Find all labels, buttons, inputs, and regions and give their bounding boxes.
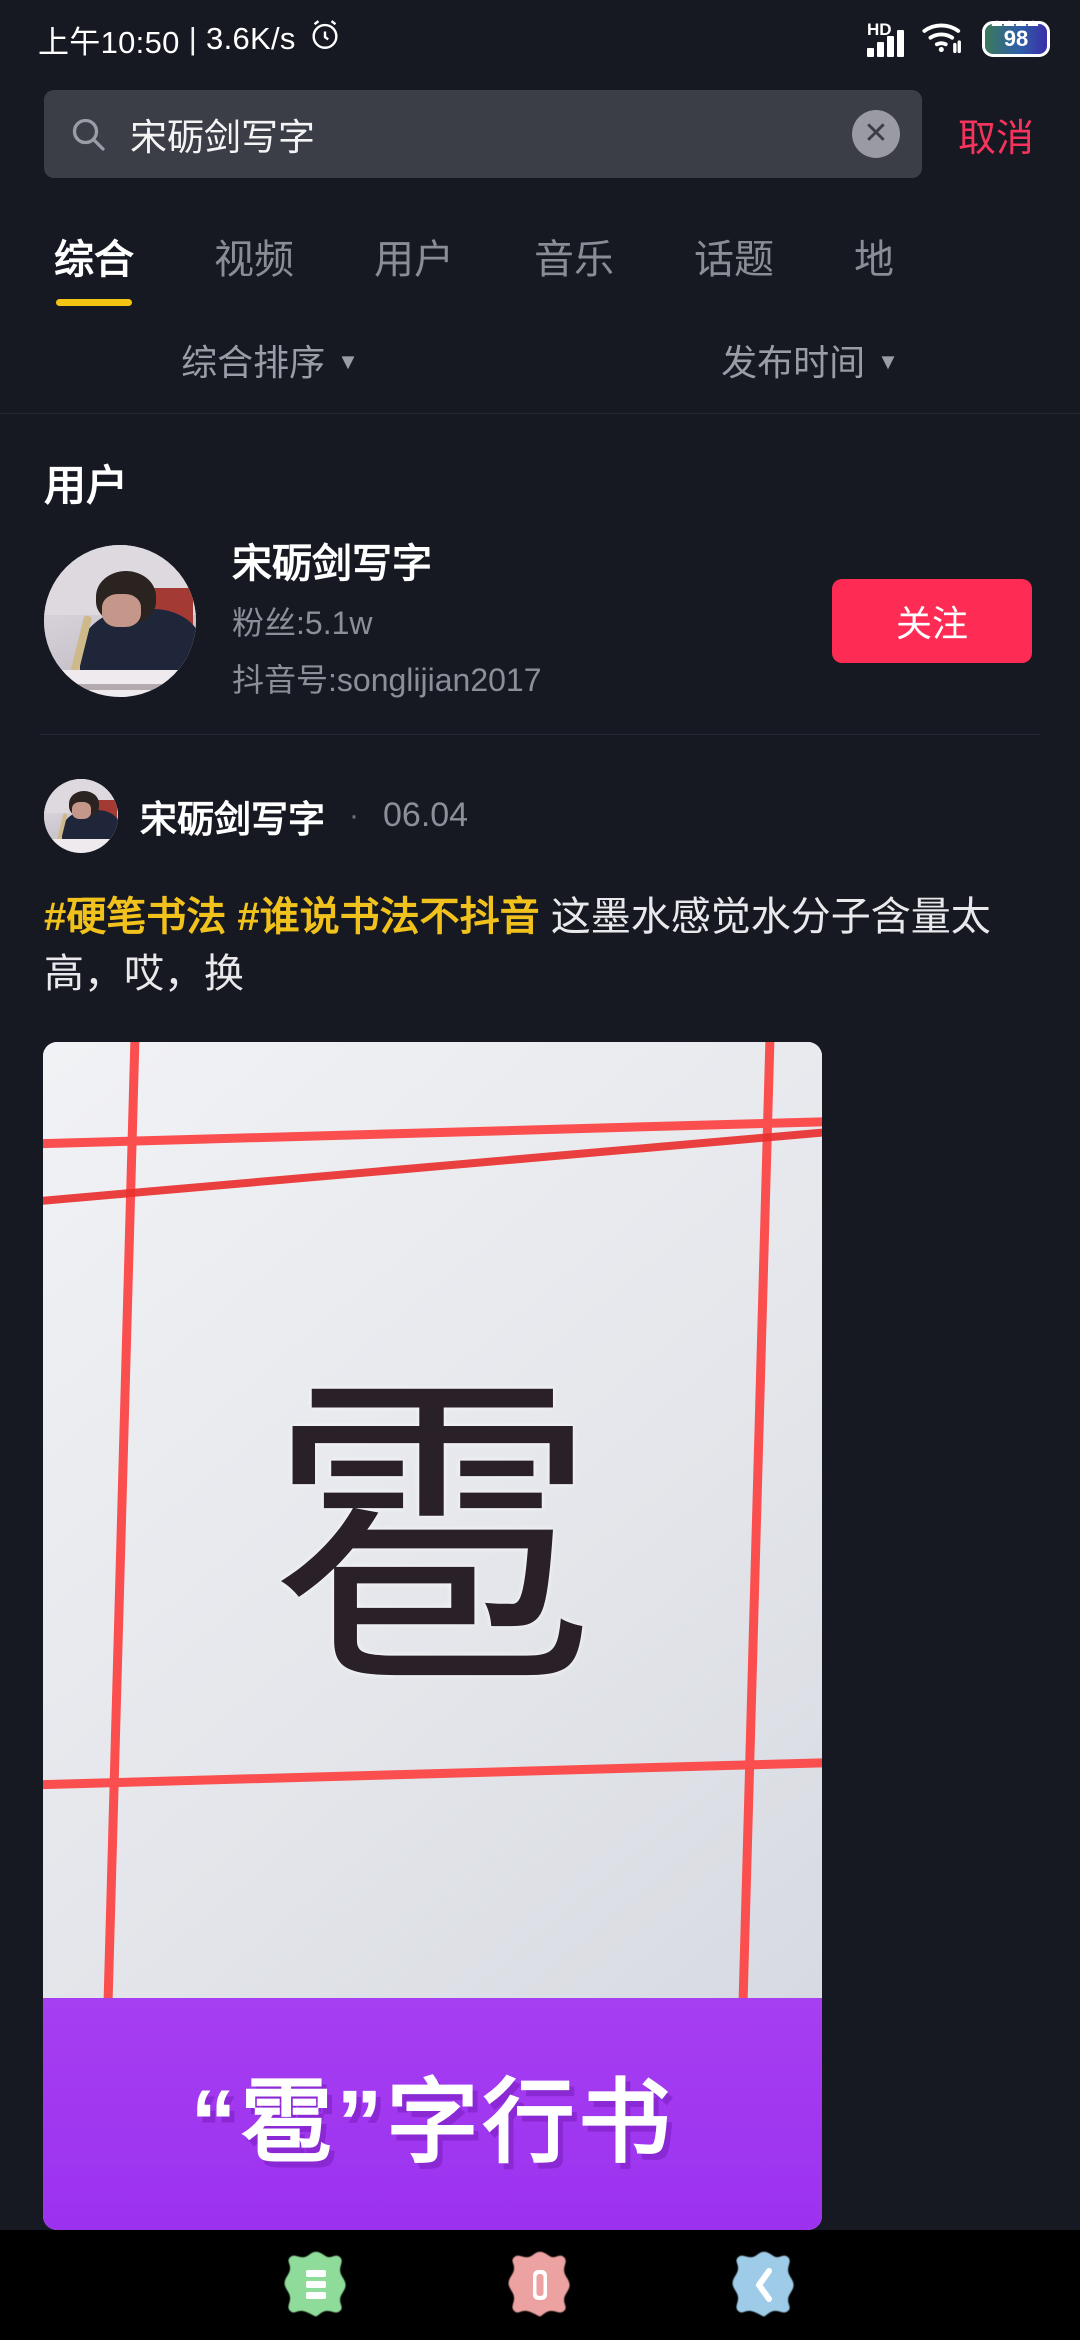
- home-glyph-icon: [533, 2270, 547, 2300]
- post-author-name[interactable]: 宋砺剑写字: [140, 789, 325, 843]
- post-author-avatar[interactable]: [44, 778, 118, 853]
- post-hashtags[interactable]: #硬笔书法 #谁说书法不抖音: [44, 895, 540, 939]
- system-navigation-bar: [0, 2230, 1080, 2340]
- filter-bar: 综合排序 ▼ 发布时间 ▼: [0, 306, 1080, 414]
- recents-button[interactable]: [279, 2248, 353, 2322]
- avatar[interactable]: [44, 545, 196, 698]
- video-thumbnail[interactable]: 雹 “雹”字行书: [43, 1042, 822, 2230]
- status-bar-left: 上午10:50 | 3.6K/s: [38, 17, 342, 62]
- publish-time-filter[interactable]: 发布时间 ▼: [540, 334, 1080, 386]
- sort-filter-label: 综合排序: [181, 341, 326, 383]
- chevron-down-icon: ▼: [337, 348, 359, 374]
- tab-video[interactable]: 视频: [214, 238, 294, 306]
- user-fans-count: 粉丝:5.1w: [232, 605, 373, 641]
- status-bar: 上午10:50 | 3.6K/s HD 98: [0, 0, 1080, 78]
- thumbnail-banner: “雹”字行书: [43, 1998, 822, 2230]
- status-time: 上午10:50: [38, 24, 180, 60]
- post-separator-dot: ·: [349, 798, 359, 832]
- user-info: 宋砺剑写字 粉丝:5.1w 抖音号:songlijian2017: [196, 539, 832, 704]
- user-name: 宋砺剑写字: [232, 542, 432, 586]
- post-date: 06.04: [383, 796, 469, 835]
- tab-music[interactable]: 音乐: [534, 238, 614, 306]
- search-icon: [68, 114, 108, 154]
- thumbnail-banner-text: “雹”字行书: [190, 2071, 675, 2174]
- sort-filter[interactable]: 综合排序 ▼: [0, 334, 540, 386]
- status-separator: |: [188, 21, 198, 56]
- clear-icon[interactable]: ✕: [851, 110, 900, 158]
- signal-bars-icon: HD: [867, 21, 904, 57]
- section-title-users: 用户: [44, 462, 129, 509]
- video-post: 宋砺剑写字 · 06.04 #硬笔书法 #谁说书法不抖音 这墨水感觉水分子含量太…: [0, 735, 1080, 2230]
- search-bar: 宋砺剑写字 ✕ 取消: [0, 78, 1080, 198]
- battery-level: 98: [1003, 26, 1029, 51]
- post-caption: #硬笔书法 #谁说书法不抖音 这墨水感觉水分子含量太高，哎，换: [0, 853, 1080, 1003]
- chevron-down-icon: ▼: [877, 348, 899, 374]
- tab-user[interactable]: 用户: [374, 238, 454, 306]
- status-netspeed: 3.6K/s: [206, 21, 296, 56]
- user-douyin-id: 抖音号:songlijian2017: [232, 662, 542, 699]
- search-input[interactable]: 宋砺剑写字 ✕: [44, 90, 922, 178]
- tab-location[interactable]: 地: [854, 238, 894, 306]
- back-glyph-icon: [756, 2268, 772, 2302]
- tab-comprehensive[interactable]: 综合: [54, 238, 134, 306]
- publish-time-filter-label: 发布时间: [721, 341, 866, 383]
- user-result-card[interactable]: 宋砺剑写字 粉丝:5.1w 抖音号:songlijian2017 关注: [0, 525, 1080, 734]
- recents-glyph-icon: [306, 2270, 326, 2299]
- home-button[interactable]: [503, 2248, 577, 2322]
- battery-icon: 98: [982, 17, 1050, 57]
- cancel-button[interactable]: 取消: [928, 107, 1060, 162]
- search-input-value: 宋砺剑写字: [130, 117, 315, 158]
- alarm-clock-icon: [308, 18, 342, 60]
- search-tabs: 综合 视频 用户 音乐 话题 地: [0, 198, 1080, 306]
- follow-button[interactable]: 关注: [832, 579, 1032, 664]
- status-bar-right: HD 98: [867, 17, 1050, 60]
- post-header[interactable]: 宋砺剑写字 · 06.04: [0, 778, 1080, 853]
- calligraphy-character: 雹: [267, 1347, 598, 1732]
- thumbnail-paper: 雹: [43, 1042, 822, 1999]
- wifi-icon: [921, 19, 965, 60]
- hd-label: HD: [867, 20, 892, 39]
- back-button[interactable]: [727, 2248, 801, 2322]
- avatar-image: [44, 545, 196, 698]
- app-root: 上午10:50 | 3.6K/s HD 98 宋砺剑写字 ✕ 取消 综合 视频 …: [0, 0, 1080, 2340]
- video-thumbnail-container[interactable]: 雹 “雹”字行书: [43, 1042, 822, 2230]
- tab-topic[interactable]: 话题: [694, 238, 774, 306]
